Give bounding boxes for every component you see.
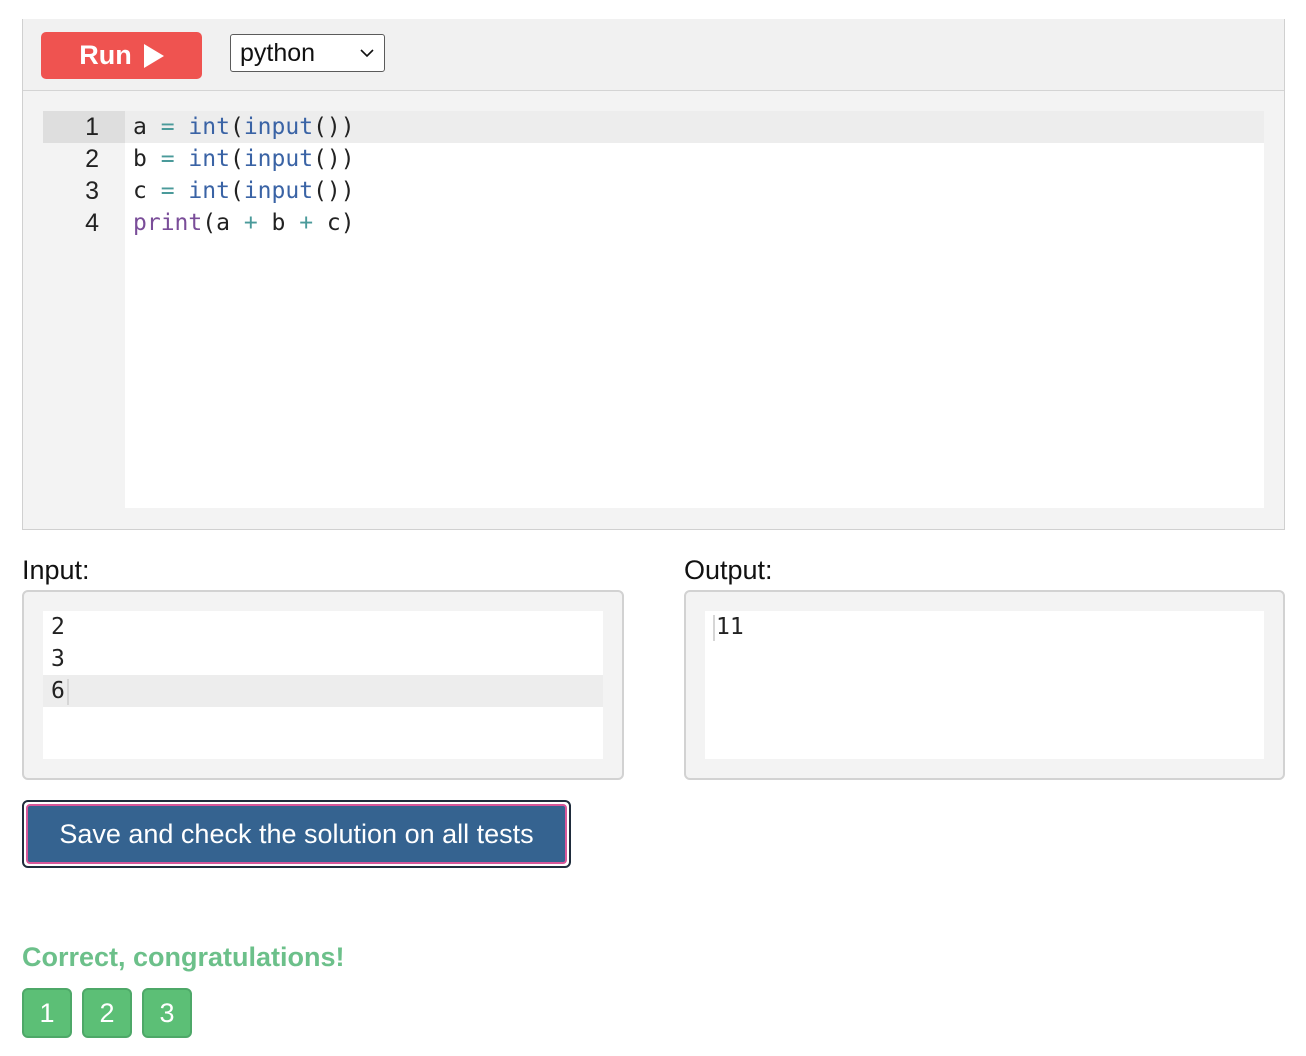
input-line: 3 <box>51 646 65 672</box>
code-token: input <box>243 146 314 172</box>
code-token: = <box>160 178 175 204</box>
code-token: + <box>299 210 314 236</box>
play-icon <box>143 43 164 68</box>
test-badge[interactable]: 3 <box>142 988 192 1038</box>
language-select-value: python <box>240 38 316 67</box>
code-token: int <box>188 114 230 140</box>
code-token: = <box>160 114 175 140</box>
line-number: 1 <box>43 111 125 143</box>
line-number: 4 <box>85 209 99 237</box>
code-token: a <box>133 114 161 140</box>
code-token: = <box>160 146 175 172</box>
code-token: c <box>133 178 161 204</box>
code-token: ( <box>229 146 244 172</box>
code-token: b <box>133 146 161 172</box>
editor-panel: Run python 1 a = int(input()) 2 b = int(… <box>22 19 1285 530</box>
submit-focus-ring: Save and check the solution on all tests <box>22 800 571 868</box>
line-number: 3 <box>85 177 99 205</box>
code-token: b <box>257 210 300 236</box>
code-token: + <box>243 210 258 236</box>
code-editor[interactable]: 1 a = int(input()) 2 b = int(input()) 3 … <box>43 111 1264 508</box>
input-line: 2 <box>51 614 65 640</box>
test-badge[interactable]: 1 <box>22 988 72 1038</box>
code-token: ( <box>202 210 217 236</box>
toolbar: Run python <box>23 19 1284 91</box>
code-text: print(a + b + c) <box>133 207 355 239</box>
code-text: b = int(input()) <box>133 143 355 175</box>
code-token: ()) <box>313 178 355 204</box>
output-line: 11 <box>705 611 1264 643</box>
input-line: 6 <box>43 675 603 707</box>
code-token: input <box>243 178 314 204</box>
run-button[interactable]: Run <box>41 32 202 79</box>
code-token: ()) <box>313 114 355 140</box>
output-label: Output: <box>684 555 773 585</box>
run-label: Run <box>79 40 132 70</box>
code-token: int <box>188 178 230 204</box>
code-line[interactable]: 3 c = int(input()) <box>43 175 1264 207</box>
code-line[interactable]: 4 print(a + b + c) <box>43 207 1264 239</box>
test-badge[interactable]: 2 <box>82 988 132 1038</box>
code-token: print <box>133 210 203 236</box>
code-line[interactable]: 1 a = int(input()) <box>43 111 1264 143</box>
line-number: 2 <box>85 145 99 173</box>
result-message: Correct, congratulations! <box>22 942 345 972</box>
code-token: c) <box>313 210 355 236</box>
save-and-check-button[interactable]: Save and check the solution on all tests <box>26 804 567 864</box>
code-token: ( <box>229 114 244 140</box>
language-select[interactable]: python <box>230 34 385 72</box>
code-token: int <box>188 146 230 172</box>
code-token: ()) <box>313 146 355 172</box>
text-cursor <box>66 678 69 705</box>
input-panel: 2 3 6 <box>22 590 624 780</box>
code-text: a = int(input()) <box>133 111 355 143</box>
code-line[interactable]: 2 b = int(input()) <box>43 143 1264 175</box>
code-text: c = int(input()) <box>133 175 355 207</box>
text-cursor <box>713 614 715 641</box>
input-label: Input: <box>22 555 90 585</box>
chevron-down-icon <box>360 49 374 58</box>
code-token: input <box>243 114 314 140</box>
code-token: ( <box>229 178 244 204</box>
output-panel: 11 <box>684 590 1285 780</box>
output-display[interactable]: 11 <box>705 611 1264 759</box>
input-editor[interactable]: 2 3 6 <box>43 611 603 759</box>
code-token: a <box>216 210 244 236</box>
